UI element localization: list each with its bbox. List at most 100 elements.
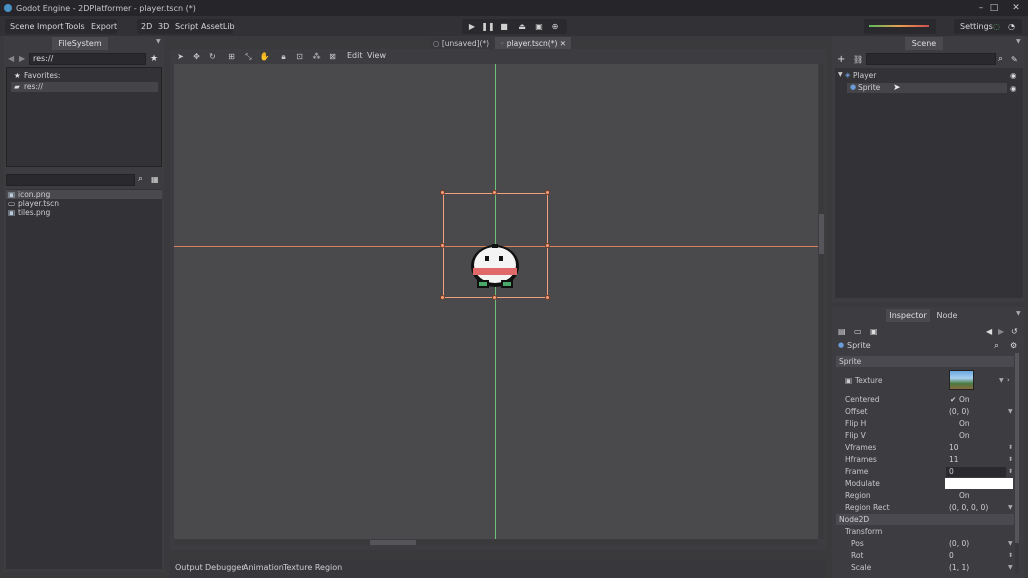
forward-icon[interactable]: ▶ <box>19 54 25 63</box>
stop-icon[interactable]: ■ <box>497 19 511 34</box>
prop-hframes-value[interactable]: 11 <box>949 454 959 466</box>
prop-flip-h-value[interactable]: On <box>959 418 970 430</box>
tab-animation[interactable]: Animation <box>243 563 284 572</box>
v-scroll-thumb[interactable] <box>819 214 824 254</box>
resize-handle-bl[interactable] <box>440 295 445 300</box>
rotate-tool-icon[interactable]: ↻ <box>206 50 219 63</box>
add-node-icon[interactable]: + <box>837 54 845 65</box>
resize-handle-r[interactable] <box>545 243 550 248</box>
mode-2d-button[interactable]: 2D <box>141 20 152 33</box>
prop-frame-value[interactable]: 0 <box>949 466 954 478</box>
tree-item-res[interactable]: ▰ res:// <box>11 82 158 92</box>
prop-scale-value[interactable]: (1, 1) <box>949 562 969 574</box>
node-sprite[interactable]: Sprite <box>858 83 880 92</box>
pan-tool-icon[interactable]: ✋ <box>258 50 271 63</box>
script-icon[interactable]: ✎ <box>1011 55 1018 64</box>
file-item-tiles-png[interactable]: tiles.png <box>18 208 50 217</box>
visibility-eye-icon[interactable]: ◉ <box>1010 84 1017 93</box>
play-scene-icon[interactable]: ⏏ <box>515 19 529 34</box>
menu-export[interactable]: Export <box>91 20 117 33</box>
list-select-icon[interactable]: ⤡ <box>242 50 255 63</box>
tab-texture-region[interactable]: Texture Region <box>283 563 342 572</box>
dropdown-icon[interactable]: ▼ <box>1008 538 1013 550</box>
history-back-icon[interactable]: ◀ <box>986 327 992 336</box>
dropdown-icon[interactable]: ▼ <box>1008 562 1013 574</box>
section-node2d[interactable]: Node2D <box>836 514 1014 525</box>
prop-rot-value[interactable]: 0 <box>949 550 954 562</box>
dock-menu-icon[interactable]: ▼ <box>156 38 161 45</box>
resize-handle-t[interactable] <box>492 190 497 195</box>
scene-dock-menu-icon[interactable]: ▼ <box>1016 38 1021 45</box>
node-filter-input[interactable] <box>866 53 996 65</box>
file-search-input[interactable] <box>6 174 135 186</box>
spinner-icon[interactable]: ⬍ <box>1008 442 1013 454</box>
play-custom-icon[interactable]: ▣ <box>532 19 546 34</box>
move-tool-icon[interactable]: ✥ <box>190 50 203 63</box>
pivot-tool-icon[interactable]: ⊞ <box>225 50 238 63</box>
spinner-icon[interactable]: ⬍ <box>1008 550 1013 562</box>
close-tab-icon[interactable]: ✕ <box>557 39 566 48</box>
menu-scene[interactable]: Scene <box>10 20 34 33</box>
group-icon[interactable]: ⁂ <box>310 50 323 63</box>
maximize-button[interactable]: □ <box>983 0 1005 16</box>
prop-offset-value[interactable]: (0, 0) <box>949 406 969 418</box>
node-search-icon[interactable]: ⌕ <box>998 54 1003 64</box>
remote-debug-icon[interactable]: ⊕ <box>548 19 562 34</box>
favorite-star-icon[interactable]: ★ <box>150 54 158 64</box>
settings-button[interactable]: Settings <box>960 20 993 33</box>
dropdown-icon[interactable]: ▼ <box>1008 502 1013 514</box>
checkbox-checked-icon[interactable]: ✔ <box>950 394 956 406</box>
tab-inspector[interactable]: Inspector <box>886 309 930 322</box>
instance-scene-icon[interactable]: ⛓ <box>853 55 863 64</box>
section-transform[interactable]: Transform <box>838 526 1018 538</box>
resize-handle-l[interactable] <box>440 243 445 248</box>
expand-arrow-icon[interactable]: ▼ <box>838 71 843 78</box>
search-icon[interactable]: ⌕ <box>138 174 143 184</box>
tab-filesystem[interactable]: FileSystem <box>52 37 108 50</box>
file-item-player-tscn[interactable]: player.tscn <box>18 199 59 208</box>
visibility-eye-icon[interactable]: ◉ <box>1010 71 1017 80</box>
tab-output[interactable]: Output <box>175 563 203 572</box>
texture-preview[interactable] <box>949 370 974 390</box>
view-mode-icon[interactable]: ▦ <box>151 175 159 184</box>
new-resource-icon[interactable]: ▤ <box>838 327 846 336</box>
menu-tools[interactable]: Tools <box>65 20 85 33</box>
history-icon[interactable]: ↺ <box>1011 327 1018 336</box>
prop-region-rect-value[interactable]: (0, 0, 0, 0) <box>949 502 988 514</box>
spinner-icon[interactable]: ⬍ <box>1008 454 1013 466</box>
file-item-icon-png[interactable]: icon.png <box>18 190 50 199</box>
dropdown-icon[interactable]: ▼ <box>1008 406 1013 418</box>
prop-vframes-value[interactable]: 10 <box>949 442 959 454</box>
h-scrollbar[interactable] <box>174 540 818 545</box>
spinner-icon[interactable]: ⬍ <box>1008 466 1013 478</box>
tab-debugger[interactable]: Debugger <box>205 563 245 572</box>
player-sprite[interactable] <box>465 238 525 298</box>
texture-open-icon[interactable]: › <box>1007 376 1010 384</box>
load-resource-icon[interactable]: ▭ <box>854 327 862 336</box>
select-tool-icon[interactable]: ➤ <box>174 50 187 63</box>
v-scrollbar[interactable] <box>819 64 824 539</box>
mode-3d-button[interactable]: 3D <box>158 20 169 33</box>
view-menu[interactable]: View <box>367 51 386 60</box>
ungroup-icon[interactable]: ⊠ <box>326 50 339 63</box>
tab-scene[interactable]: Scene <box>905 37 943 50</box>
node-player[interactable]: Player <box>853 71 876 80</box>
resize-handle-tl[interactable] <box>440 190 445 195</box>
resize-handle-tr[interactable] <box>545 190 550 195</box>
prop-region-value[interactable]: On <box>959 490 970 502</box>
mode-script-button[interactable]: Script <box>175 20 198 33</box>
canvas-viewport[interactable] <box>174 64 818 539</box>
h-scroll-thumb[interactable] <box>370 540 416 545</box>
resize-handle-br[interactable] <box>545 295 550 300</box>
menu-import[interactable]: Import <box>37 20 64 33</box>
unlock-icon[interactable]: ⊡ <box>293 50 306 63</box>
property-search-icon[interactable]: ⌕ <box>994 341 999 351</box>
edit-menu[interactable]: Edit <box>347 51 363 60</box>
texture-dropdown-icon[interactable]: ▼ <box>999 377 1004 384</box>
back-icon[interactable]: ◀ <box>8 54 14 63</box>
layout-icon[interactable]: ◔ <box>1008 20 1015 33</box>
modulate-color-swatch[interactable] <box>945 478 1013 489</box>
path-field[interactable]: res:// <box>29 53 146 65</box>
lock-icon[interactable]: 🔒︎ <box>277 50 290 63</box>
save-resource-icon[interactable]: ▣ <box>870 327 878 336</box>
